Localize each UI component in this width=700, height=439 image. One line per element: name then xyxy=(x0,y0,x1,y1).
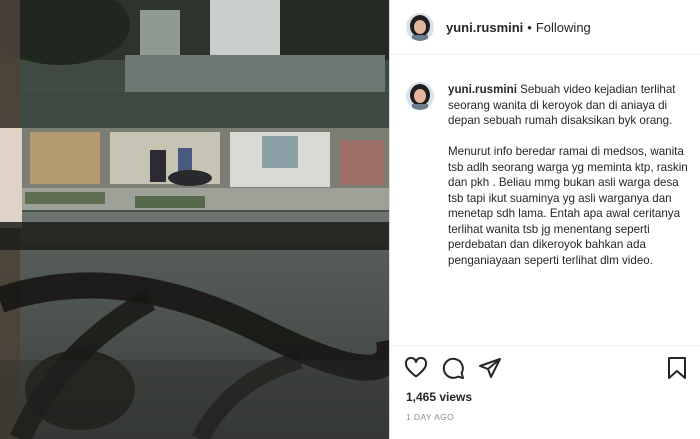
bookmark-icon[interactable] xyxy=(666,356,688,385)
separator-dot: • xyxy=(527,19,532,35)
avatar-image xyxy=(406,13,434,41)
caption-username-link[interactable]: yuni.rusmini xyxy=(448,83,517,96)
actions-divider xyxy=(390,345,700,346)
username-link[interactable]: yuni.rusmini xyxy=(446,20,523,35)
heart-icon[interactable] xyxy=(404,356,428,385)
avatar[interactable] xyxy=(406,13,434,41)
comment-icon[interactable] xyxy=(441,356,465,385)
views-count[interactable]: 1,465 views xyxy=(406,390,472,404)
send-icon[interactable] xyxy=(478,356,502,385)
post-timestamp[interactable]: 1 DAY AGO xyxy=(406,412,454,422)
post-actions xyxy=(404,356,502,385)
caption-text: yuni.rusmini Sebuah video kejadian terli… xyxy=(448,82,691,342)
post-header: yuni.rusmini • Following xyxy=(390,0,700,55)
following-button[interactable]: Following xyxy=(536,20,591,35)
avatar-image xyxy=(406,82,434,110)
post-video[interactable] xyxy=(0,0,389,439)
views-text: 1,465 views xyxy=(406,390,473,404)
post-caption: yuni.rusmini Sebuah video kejadian terli… xyxy=(406,82,691,342)
video-frame xyxy=(0,0,389,439)
instagram-post: yuni.rusmini • Following yuni.rusmini Se… xyxy=(0,0,700,439)
caption-paragraph-2: Menurut info beredar ramai di medsos, wa… xyxy=(448,145,688,267)
caption-avatar[interactable] xyxy=(406,82,434,110)
post-sidebar: yuni.rusmini • Following yuni.rusmini Se… xyxy=(389,0,700,439)
